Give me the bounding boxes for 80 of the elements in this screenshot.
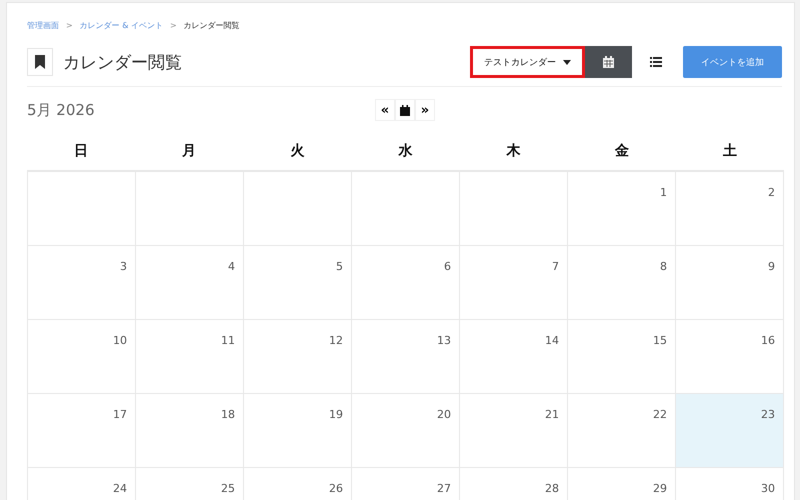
day-number: 1	[660, 186, 667, 199]
calendar-icon	[603, 56, 614, 68]
weekday-header: 金	[614, 142, 630, 160]
day-cell[interactable]: 4	[136, 246, 244, 320]
day-cell[interactable]: 3	[28, 246, 136, 320]
day-number: 21	[545, 408, 559, 421]
day-number: 23	[761, 408, 775, 421]
day-number: 25	[221, 482, 235, 495]
day-number: 26	[329, 482, 343, 495]
day-cell[interactable]: 30	[676, 468, 784, 500]
day-cell[interactable]: 27	[352, 468, 460, 500]
day-cell[interactable]: 18	[136, 394, 244, 468]
previous-month-button[interactable]: «	[375, 99, 395, 121]
weekday-header: 木	[505, 142, 522, 160]
breadcrumb-separator: >	[170, 20, 177, 30]
day-cell[interactable]: 15	[568, 320, 676, 394]
day-number: 13	[437, 334, 451, 347]
list-icon	[650, 57, 662, 67]
day-number: 2	[768, 186, 775, 199]
day-cell[interactable]: 5	[244, 246, 352, 320]
day-cell[interactable]: 19	[244, 394, 352, 468]
page-title: カレンダー閲覧	[63, 52, 182, 74]
current-page-label: カレンダー閲覧	[184, 20, 240, 30]
weekday-header: 火	[289, 142, 306, 160]
day-cell[interactable]: 8	[568, 246, 676, 320]
day-number: 22	[653, 408, 667, 421]
day-number: 24	[113, 482, 127, 495]
day-cell[interactable]: 23	[676, 394, 784, 468]
calendar-dropdown[interactable]: テストカレンダー	[470, 46, 585, 78]
day-number: 15	[653, 334, 667, 347]
day-number: 8	[660, 260, 667, 273]
day-number: 28	[545, 482, 559, 495]
day-number: 20	[437, 408, 451, 421]
day-cell[interactable]: 7	[460, 246, 568, 320]
day-cell[interactable]: 28	[460, 468, 568, 500]
day-number: 7	[552, 260, 559, 273]
day-cell[interactable]: 11	[136, 320, 244, 394]
day-cell[interactable]: 17	[28, 394, 136, 468]
day-cell[interactable]: 2	[676, 172, 784, 246]
weekday-header: 土	[722, 142, 738, 160]
day-number: 29	[653, 482, 667, 495]
day-cell[interactable]: 29	[568, 468, 676, 500]
calendar-view-button[interactable]	[585, 46, 632, 78]
day-cell[interactable]: 6	[352, 246, 460, 320]
day-number: 27	[437, 482, 451, 495]
day-number: 11	[221, 334, 235, 347]
bookmark-icon	[27, 48, 53, 76]
day-number: 16	[761, 334, 775, 347]
today-button[interactable]	[395, 99, 415, 121]
day-cell[interactable]: 21	[460, 394, 568, 468]
calendar-icon	[400, 104, 410, 116]
weekday-header: 水	[397, 142, 414, 160]
day-number: 9	[768, 260, 775, 273]
weekday-header: 月	[181, 142, 198, 160]
day-cell[interactable]: 24	[28, 468, 136, 500]
day-number: 14	[545, 334, 559, 347]
day-number: 10	[113, 334, 127, 347]
next-month-button[interactable]: »	[415, 99, 435, 121]
day-number: 18	[221, 408, 235, 421]
caret-icon	[563, 60, 571, 64]
day-number: 5	[336, 260, 343, 273]
day-cell[interactable]: 12	[244, 320, 352, 394]
month-label: 5月 2026	[27, 100, 94, 120]
day-cell[interactable]: 1	[568, 172, 676, 246]
breadcrumb-separator: >	[66, 20, 73, 30]
day-number: 12	[329, 334, 343, 347]
day-cell[interactable]: 10	[28, 320, 136, 394]
day-cell[interactable]: 20	[352, 394, 460, 468]
day-number: 17	[113, 408, 127, 421]
day-number: 30	[761, 482, 775, 495]
weekday-header: 日	[73, 142, 90, 160]
day-cell[interactable]: 9	[676, 246, 784, 320]
day-number: 3	[120, 260, 127, 273]
day-cell[interactable]: 26	[244, 468, 352, 500]
day-number: 6	[444, 260, 451, 273]
day-cell[interactable]: 13	[352, 320, 460, 394]
day-cell[interactable]: 14	[460, 320, 568, 394]
day-number: 4	[228, 260, 235, 273]
day-number: 19	[329, 408, 343, 421]
day-cell[interactable]: 25	[136, 468, 244, 500]
